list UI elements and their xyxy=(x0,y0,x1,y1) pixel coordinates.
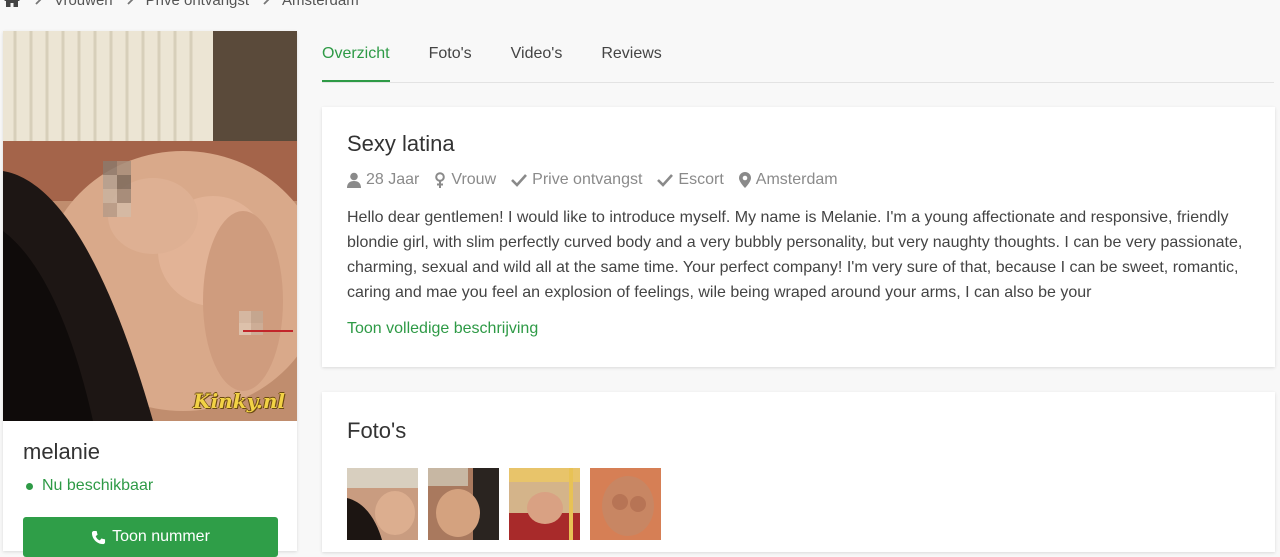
overview-card: Sexy latina 28 Jaar Vrouw Prive ontvangs… xyxy=(322,107,1275,367)
meta-location: Amsterdam xyxy=(738,171,838,189)
service-text: Prive ontvangst xyxy=(532,171,643,188)
profile-photo-image xyxy=(3,31,297,421)
venus-icon xyxy=(435,172,446,188)
check-icon xyxy=(657,174,674,187)
tab-overzicht[interactable]: Overzicht xyxy=(322,31,390,82)
chevron-right-icon xyxy=(127,0,133,5)
meta-age: 28 Jaar xyxy=(347,171,419,189)
chevron-right-icon xyxy=(35,0,42,5)
availability-label: Nu beschikbaar xyxy=(42,477,154,494)
tab-label: Video's xyxy=(510,45,563,62)
profile-tabs: Overzicht Foto's Video's Reviews xyxy=(322,31,1274,83)
breadcrumb-item-vrouwen[interactable]: Vrouwen xyxy=(54,0,113,9)
ad-title: Sexy latina xyxy=(347,131,455,156)
user-icon xyxy=(347,172,361,188)
tab-reviews[interactable]: Reviews xyxy=(601,31,661,81)
photos-title: Foto's xyxy=(347,418,407,443)
age-text: 28 Jaar xyxy=(366,171,420,188)
tab-videos[interactable]: Video's xyxy=(511,31,563,81)
chevron-right-icon xyxy=(263,0,270,5)
map-marker-icon xyxy=(738,172,751,188)
service-text: Escort xyxy=(678,171,724,188)
profile-meta: 28 Jaar Vrouw Prive ontvangst Escort Ams… xyxy=(347,171,853,189)
home-icon[interactable] xyxy=(3,0,21,7)
phone-icon xyxy=(92,530,106,544)
availability-status: Nu beschikbaar xyxy=(23,477,153,495)
tab-label: Reviews xyxy=(601,45,662,62)
profile-photo[interactable]: Kinky.nl xyxy=(3,31,297,421)
tab-fotos[interactable]: Foto's xyxy=(429,31,472,81)
profile-name: melanie xyxy=(23,439,101,464)
breadcrumb: Vrouwen Prive ontvangst Amsterdam xyxy=(0,0,359,10)
show-full-description-link[interactable]: Toon volledige beschrijving xyxy=(347,320,538,338)
check-icon xyxy=(511,174,528,187)
meta-service-escort: Escort xyxy=(657,171,724,189)
show-number-label: Toon nummer xyxy=(112,528,210,545)
gender-text: Vrouw xyxy=(451,171,497,188)
photo-thumbnail[interactable] xyxy=(428,468,499,540)
status-dot-icon xyxy=(26,482,33,490)
photo-thumbnails xyxy=(347,468,671,540)
show-number-button[interactable]: Toon nummer xyxy=(23,517,278,557)
meta-gender: Vrouw xyxy=(434,171,496,189)
meta-service-prive: Prive ontvangst xyxy=(511,171,642,189)
photo-thumbnail[interactable] xyxy=(347,468,418,540)
photo-thumbnail[interactable] xyxy=(509,468,580,540)
breadcrumb-item-amsterdam[interactable]: Amsterdam xyxy=(282,0,359,9)
ad-description: Hello dear gentlemen! I would like to in… xyxy=(347,209,1243,301)
watermark-logo: Kinky.nl xyxy=(193,389,285,413)
tab-label: Overzicht xyxy=(322,45,390,62)
photos-card: Foto's xyxy=(322,392,1275,552)
location-text: Amsterdam xyxy=(755,171,838,188)
tab-label: Foto's xyxy=(428,45,472,62)
breadcrumb-item-prive-ontvangst[interactable]: Prive ontvangst xyxy=(146,0,249,9)
profile-card: Kinky.nl melanie Nu beschikbaar Toon num… xyxy=(3,31,297,557)
photo-thumbnail[interactable] xyxy=(590,468,661,540)
